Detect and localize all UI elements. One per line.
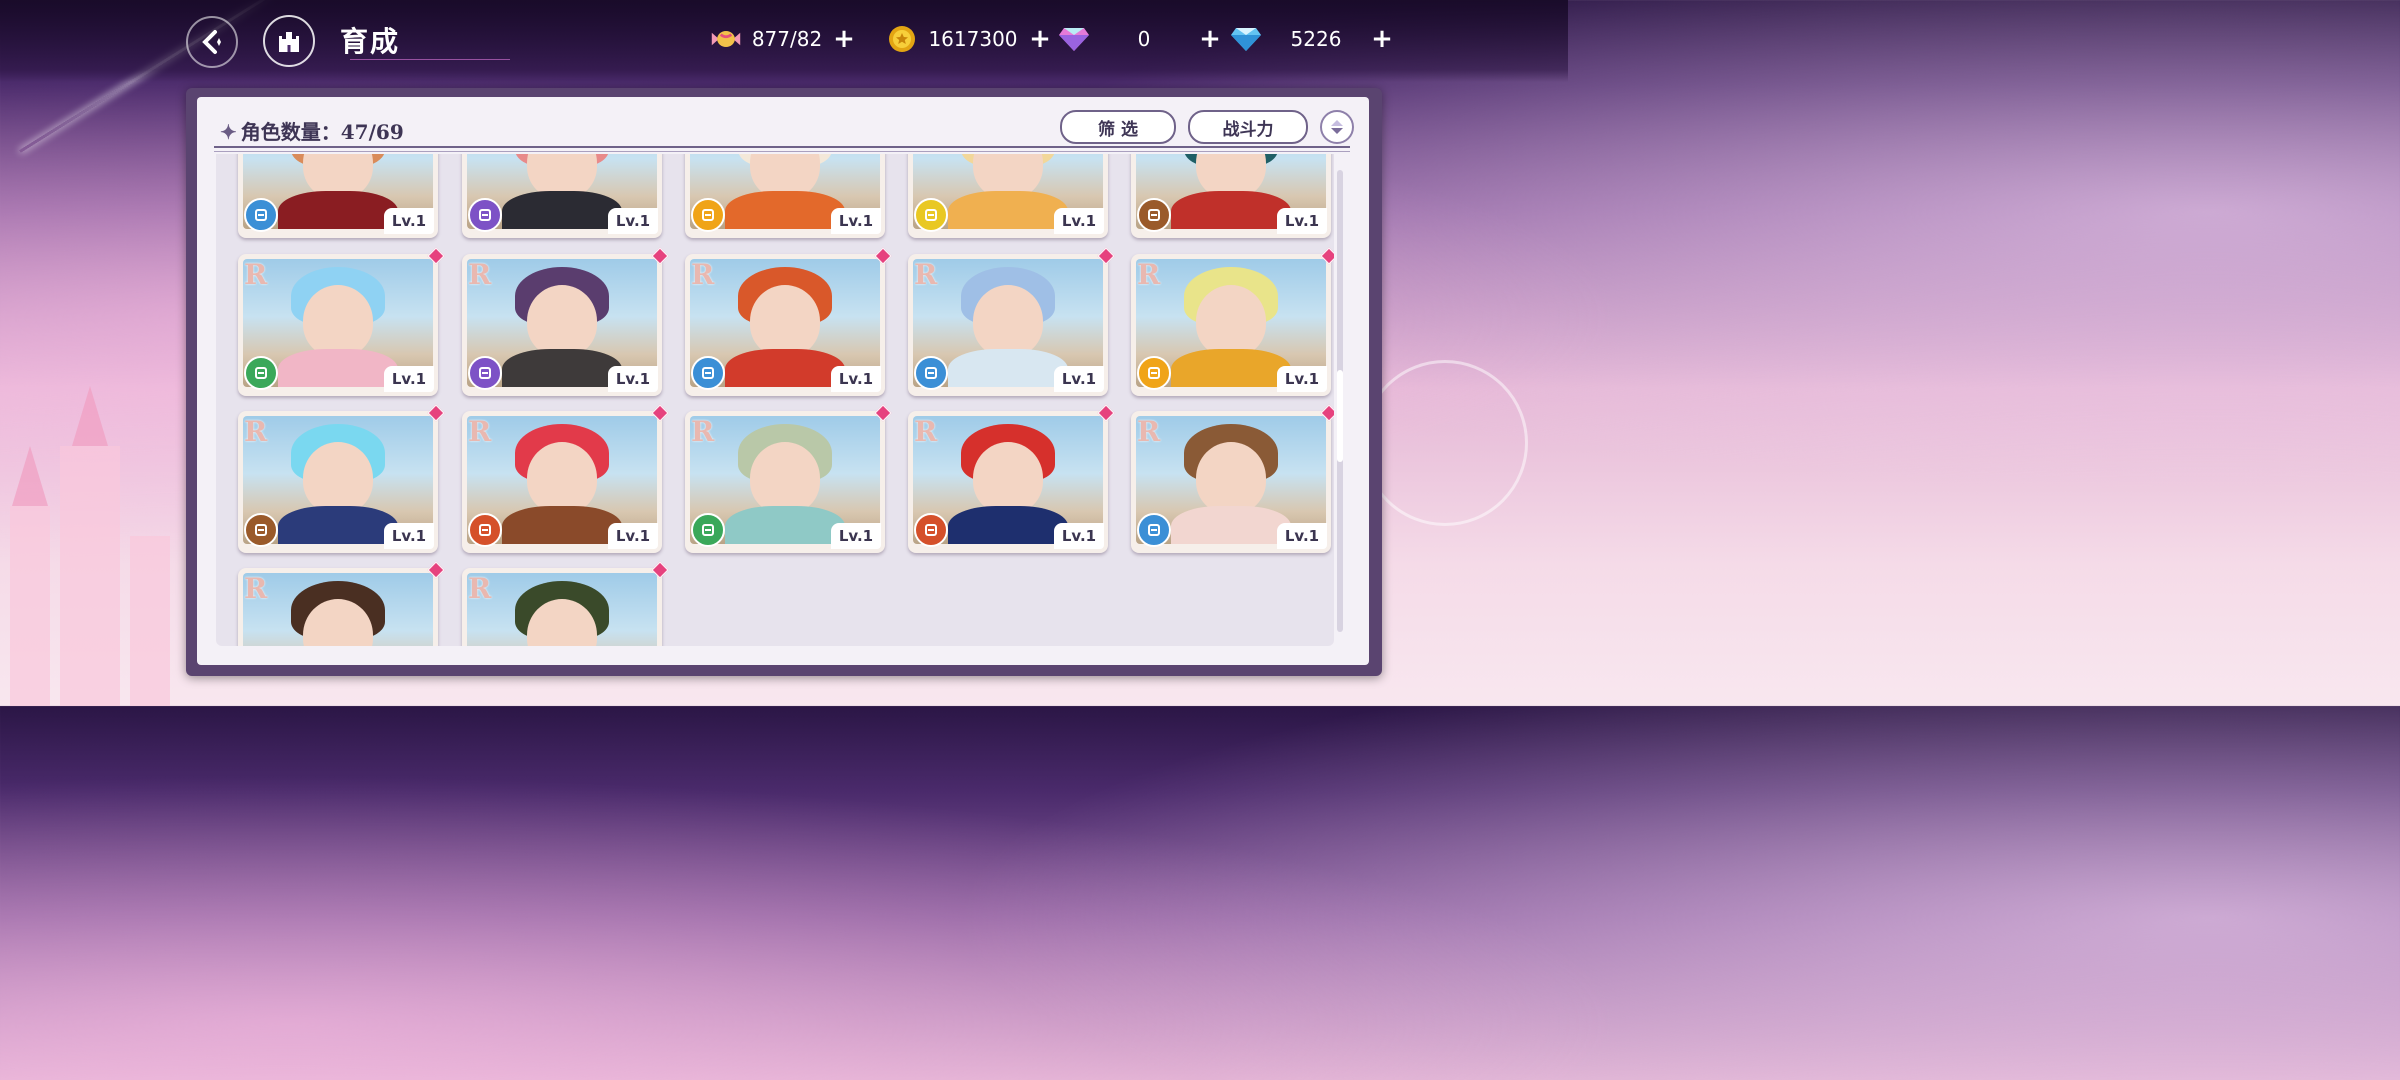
level-label: Lv.1 <box>384 366 434 392</box>
level-label: Lv.1 <box>831 208 881 234</box>
class-icon <box>914 513 948 547</box>
stamina-value: 877/82 <box>751 27 823 51</box>
resource-free-gem: 5226 + <box>1230 22 1394 56</box>
character-count-label: 角色数量：47/69 <box>240 120 404 144</box>
character-portrait <box>467 573 657 646</box>
character-card[interactable]: Lv.1 <box>908 154 1108 238</box>
class-icon <box>914 198 948 232</box>
character-card[interactable]: Lv.1 <box>1131 154 1331 238</box>
scrollbar[interactable] <box>1337 170 1343 632</box>
class-icon <box>244 513 278 547</box>
character-card[interactable]: R Lv.1 <box>238 247 445 396</box>
top-bar: 育成 877/82 + 1617300 + 0 + 5226 + <box>0 0 1568 82</box>
class-icon <box>1137 513 1171 547</box>
level-label: Lv.1 <box>608 366 658 392</box>
character-portrait <box>243 573 433 646</box>
rarity-label: R <box>1137 415 1161 448</box>
castle-icon <box>279 32 299 52</box>
rarity-label: R <box>468 415 492 448</box>
level-label: Lv.1 <box>1054 366 1104 392</box>
sort-power-button[interactable]: 战斗力 <box>1188 110 1308 144</box>
rarity-label: R <box>1137 258 1161 291</box>
add-stamina-button[interactable]: + <box>832 24 856 54</box>
sort-order-button[interactable] <box>1320 110 1354 144</box>
rarity-label: R <box>914 258 938 291</box>
free-gem-value: 5226 <box>1290 27 1342 51</box>
class-icon <box>468 198 502 232</box>
add-gold-button[interactable]: + <box>1028 24 1052 54</box>
character-card[interactable]: R Lv.1 <box>238 404 445 553</box>
header-divider <box>214 146 1350 152</box>
blue-diamond-icon <box>1230 23 1262 55</box>
rarity-label: R <box>244 415 268 448</box>
character-card[interactable]: R Lv.1 <box>908 247 1115 396</box>
character-card[interactable]: Lv.1 <box>238 154 438 238</box>
title-ornament <box>350 45 510 60</box>
character-grid[interactable]: Lv.1 Lv.1 Lv.1 Lv.1 Lv.1 R Lv.1 R Lv.1 R Lv.1 R Lv.1… <box>216 154 1334 646</box>
pink-diamond-icon <box>1058 23 1090 55</box>
level-label: Lv.1 <box>831 366 881 392</box>
level-label: Lv.1 <box>384 208 434 234</box>
rarity-label: R <box>244 572 268 605</box>
rarity-label: R <box>244 258 268 291</box>
character-card[interactable]: R Lv.1 <box>1131 404 1334 553</box>
class-icon <box>691 198 725 232</box>
class-icon <box>468 356 502 390</box>
level-label: Lv.1 <box>384 523 434 549</box>
panel-header: ✦ 角色数量：47/69 筛 选 战斗力 <box>216 110 1354 150</box>
character-card[interactable]: R Lv.1 <box>685 247 892 396</box>
resource-gold: 1617300 + <box>886 22 1052 56</box>
level-label: Lv.1 <box>831 523 881 549</box>
character-card[interactable]: R Lv.1 <box>908 404 1115 553</box>
sparkle-icon: ✦ <box>220 120 237 144</box>
level-label: Lv.1 <box>1054 523 1104 549</box>
level-label: Lv.1 <box>1277 366 1327 392</box>
add-free-gem-button[interactable]: + <box>1370 24 1394 54</box>
character-card[interactable]: R Lv.1 <box>462 404 669 553</box>
level-label: Lv.1 <box>1277 208 1327 234</box>
class-icon <box>691 356 725 390</box>
character-count: ✦ 角色数量：47/69 <box>220 116 404 145</box>
resource-stamina: 877/82 + <box>710 22 856 56</box>
home-button[interactable] <box>263 15 315 67</box>
candy-icon <box>710 23 742 55</box>
class-icon <box>244 356 278 390</box>
level-label: Lv.1 <box>1277 523 1327 549</box>
back-button[interactable] <box>186 16 238 68</box>
class-icon <box>691 513 725 547</box>
character-card[interactable]: R Lv.1 <box>462 247 669 396</box>
ferris-wheel-decoration <box>1362 360 1528 526</box>
paid-gem-value: 0 <box>1137 27 1151 51</box>
add-paid-gem-button[interactable]: + <box>1198 24 1222 54</box>
sort-arrows-icon <box>1331 120 1343 134</box>
character-card[interactable]: R Lv.1 <box>685 404 892 553</box>
castle-decoration <box>0 386 190 706</box>
level-label: Lv.1 <box>608 523 658 549</box>
class-icon <box>244 198 278 232</box>
character-card[interactable]: R <box>238 561 445 646</box>
rarity-label: R <box>914 415 938 448</box>
coin-icon <box>886 23 918 55</box>
character-card[interactable]: Lv.1 <box>685 154 885 238</box>
back-arrow-icon <box>202 30 221 54</box>
gold-value: 1617300 <box>928 27 1018 51</box>
character-card[interactable]: Lv.1 <box>462 154 662 238</box>
class-icon <box>1137 356 1171 390</box>
class-icon <box>1137 198 1171 232</box>
character-card[interactable]: R <box>462 561 669 646</box>
class-icon <box>914 356 948 390</box>
scroll-thumb[interactable] <box>1337 370 1343 462</box>
character-card[interactable]: R Lv.1 <box>1131 247 1334 396</box>
level-label: Lv.1 <box>1054 208 1104 234</box>
rarity-label: R <box>691 415 715 448</box>
class-icon <box>468 513 502 547</box>
level-label: Lv.1 <box>608 208 658 234</box>
filter-button[interactable]: 筛 选 <box>1060 110 1176 144</box>
rarity-label: R <box>691 258 715 291</box>
rarity-label: R <box>468 258 492 291</box>
rarity-label: R <box>468 572 492 605</box>
resource-paid-gem: 0 + <box>1058 22 1222 56</box>
